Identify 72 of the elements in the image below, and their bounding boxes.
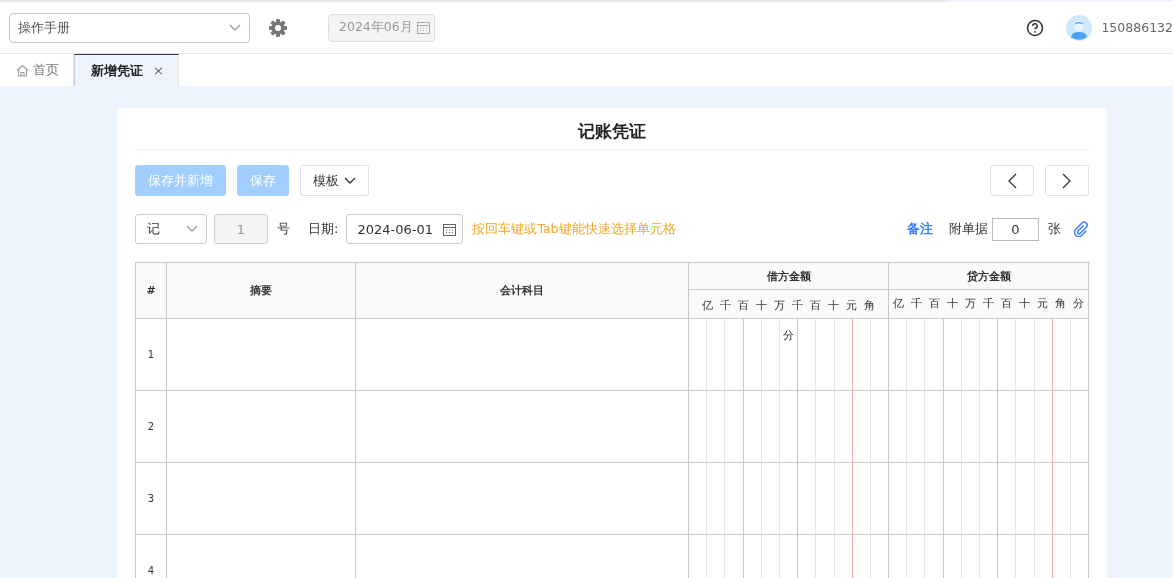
column-header: 摘要 <box>167 263 356 319</box>
unit-label: 百 <box>1000 296 1014 312</box>
unit-label: 千 <box>719 298 732 314</box>
account-cell[interactable] <box>356 391 689 463</box>
unit-label: 千 <box>982 296 995 312</box>
amount-cell[interactable] <box>889 463 1089 535</box>
column-header: 贷方金额 <box>889 263 1088 290</box>
user-name: 150886132 <box>1101 20 1173 35</box>
date-label: 日期: <box>308 220 339 238</box>
amount-cell[interactable] <box>689 463 889 535</box>
attachment-unit: 张 <box>1048 220 1061 238</box>
amount-cell[interactable] <box>689 319 889 391</box>
unit-label: 万 <box>773 298 786 314</box>
chevron-down-icon <box>186 225 198 233</box>
voucher-word-select[interactable]: 记 <box>135 214 207 244</box>
avatar-icon[interactable] <box>1066 14 1093 41</box>
help-icon[interactable] <box>1026 18 1045 37</box>
settings-icon[interactable] <box>268 17 288 38</box>
row-number: 4 <box>136 535 167 578</box>
date-field[interactable]: 2024-06-01 <box>346 214 464 244</box>
summary-cell[interactable] <box>167 391 356 463</box>
unit-label: 千 <box>791 298 804 314</box>
row-number: 2 <box>136 391 167 463</box>
account-cell[interactable] <box>356 463 689 535</box>
calendar-icon <box>417 21 430 34</box>
unit-label: 元 <box>845 298 858 314</box>
summary-cell[interactable] <box>167 319 356 391</box>
row-number: 3 <box>136 463 167 535</box>
home-icon <box>16 63 29 77</box>
number-suffix: 号 <box>277 220 290 238</box>
previous-button[interactable] <box>990 165 1034 196</box>
unit-label: 角 <box>863 298 876 314</box>
unit-label: 十 <box>1018 296 1032 312</box>
note-link[interactable]: 备注 <box>907 220 933 238</box>
unit-label: 千 <box>909 296 923 312</box>
chevron-down-icon <box>229 23 241 32</box>
tab[interactable]: 新增凭证 × <box>74 54 179 86</box>
paperclip-icon[interactable] <box>1073 221 1089 237</box>
chevron-right-icon <box>1062 172 1072 189</box>
chevron-left-icon <box>1007 172 1017 189</box>
unit-label: 十 <box>755 298 768 314</box>
unit-label: 分 <box>1072 296 1086 312</box>
hint-text: 按回车键或Tab键能快速选择单元格 <box>472 220 676 238</box>
unit-label: 百 <box>927 296 941 312</box>
next-button[interactable] <box>1045 165 1089 196</box>
unit-label: 分 <box>782 328 795 344</box>
summary-cell[interactable] <box>167 463 356 535</box>
unit-label: 亿 <box>891 296 905 312</box>
voucher-title: 记账凭证 <box>135 120 1089 150</box>
chevron-down-icon <box>344 176 356 185</box>
unit-label: 角 <box>1054 296 1068 312</box>
account-book-select[interactable]: 操作手册 <box>9 12 250 43</box>
account-cell[interactable] <box>356 319 689 391</box>
amount-cell[interactable] <box>889 319 1089 391</box>
unit-label: 十 <box>945 296 959 312</box>
row-number: 1 <box>136 319 167 391</box>
amount-cell[interactable] <box>689 391 889 463</box>
unit-label: 亿 <box>701 298 714 314</box>
attachment-label: 附单据 <box>949 220 988 238</box>
unit-label: 十 <box>827 298 840 314</box>
column-header: 会计科目 <box>356 263 689 319</box>
amount-cell[interactable] <box>889 391 1089 463</box>
attachment-count-field[interactable]: 0 <box>992 217 1039 241</box>
unit-label: 万 <box>963 296 977 312</box>
column-header: 借方金额 <box>689 263 888 290</box>
template-dropdown-button[interactable]: 模板 <box>300 165 369 196</box>
column-header: # <box>136 263 167 319</box>
unit-label: 百 <box>737 298 750 314</box>
unit-label: 百 <box>809 298 822 314</box>
unit-label: 元 <box>1036 296 1050 312</box>
calendar-icon <box>443 222 457 236</box>
close-tab-button[interactable]: × <box>153 63 164 78</box>
